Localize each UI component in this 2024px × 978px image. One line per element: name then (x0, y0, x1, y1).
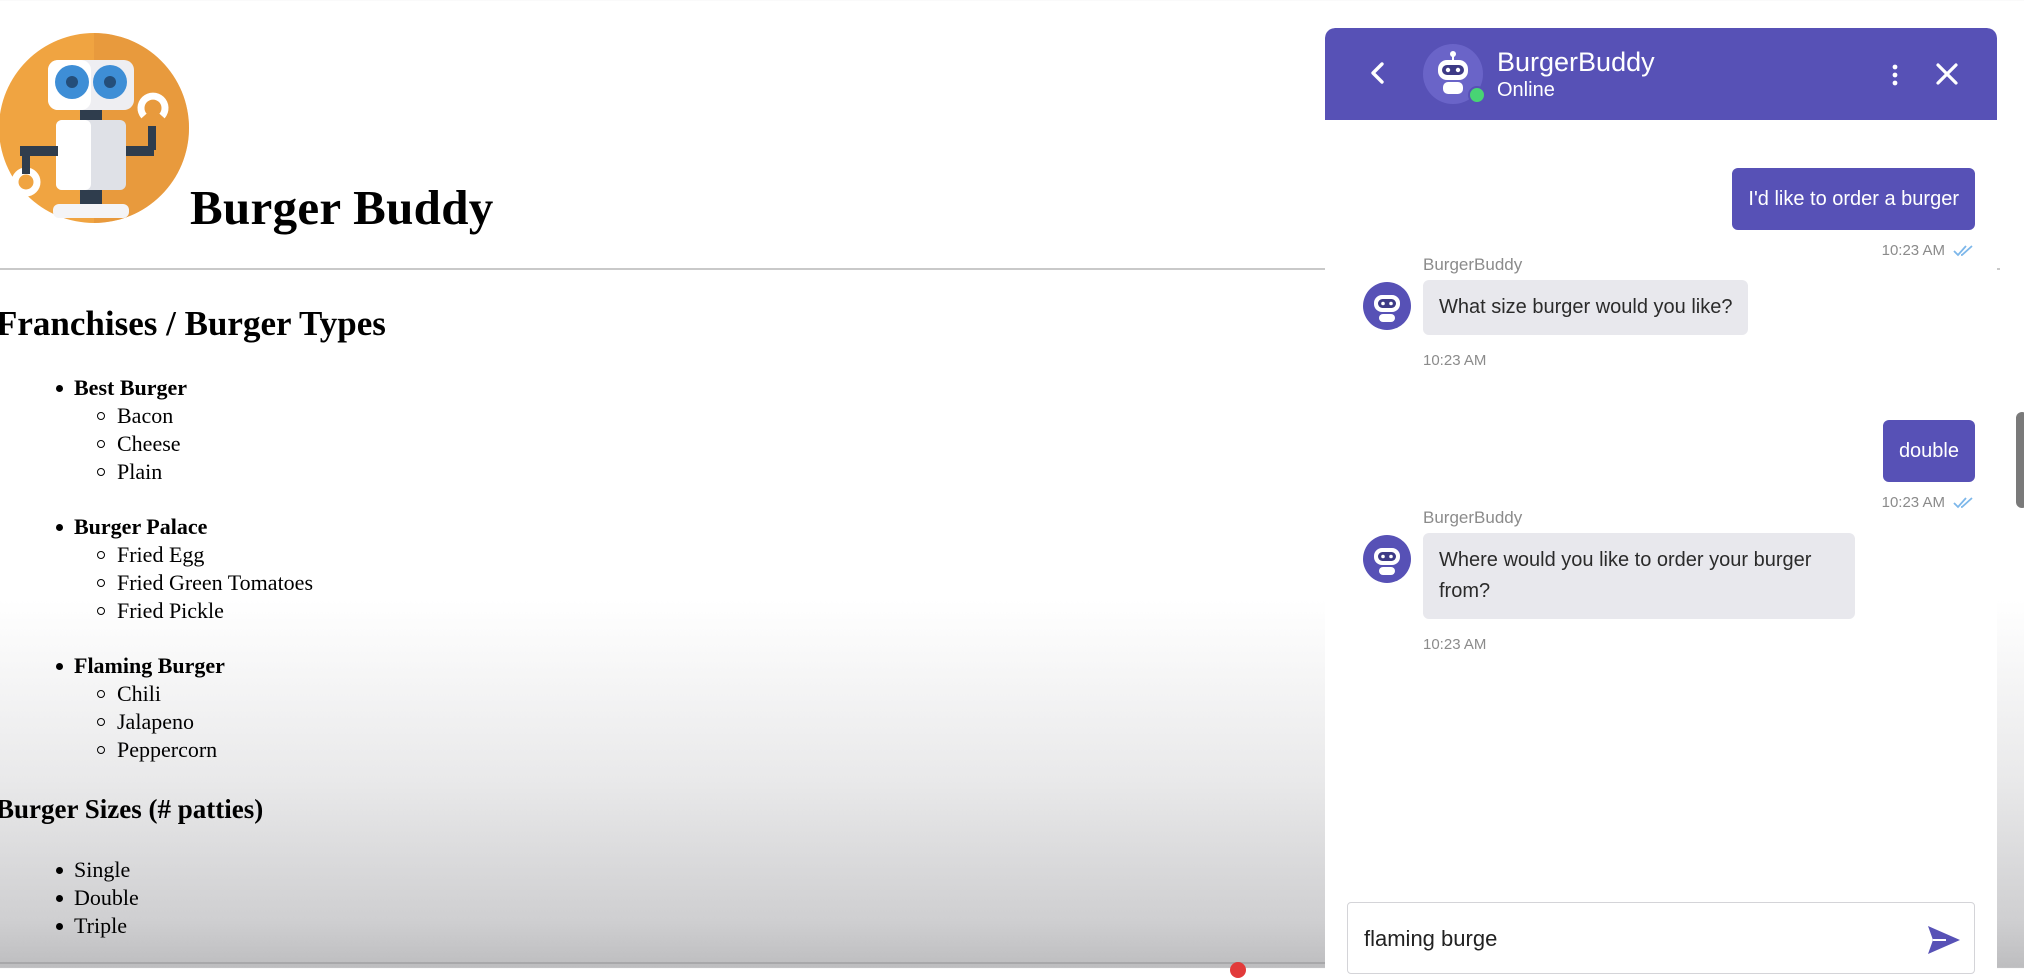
side-scroll-handle[interactable] (2016, 412, 2024, 508)
bot-message: What size burger would you like? (1423, 280, 1749, 335)
burger-type: Jalapeno (117, 709, 194, 734)
message-time: 10:23 AM (1882, 242, 1975, 259)
page-title: Burger Buddy (190, 180, 494, 235)
circle-bullet-icon (97, 440, 105, 448)
bot-sender-label: BurgerBuddy (1423, 508, 1523, 527)
send-icon[interactable] (1926, 923, 1962, 957)
close-icon[interactable] (1933, 60, 1961, 88)
bullet-icon (56, 894, 63, 902)
read-receipt-icon (1953, 496, 1973, 508)
kebab-menu-icon[interactable] (1885, 58, 1905, 92)
size-label: Triple (74, 913, 127, 938)
sizes-list: Single Double Triple (56, 856, 139, 940)
bullet-icon (56, 922, 63, 930)
bullet-icon (56, 866, 63, 874)
message-time: 10:23 AM (1423, 352, 1487, 369)
franchise-name: Best Burger (56, 374, 187, 402)
circle-bullet-icon (97, 551, 105, 559)
circle-bullet-icon (97, 607, 105, 615)
size-label: Double (74, 885, 139, 910)
bullet-icon (56, 523, 63, 531)
list-item: Fried Egg (56, 541, 313, 569)
bottom-divider (0, 962, 1325, 964)
franchise-name: Burger Palace (56, 513, 313, 541)
chat-input-box (1347, 902, 1975, 974)
list-item: Chili (56, 680, 225, 708)
circle-bullet-icon (97, 579, 105, 587)
message-list: I'd like to order a burger 10:23 AM Burg… (1325, 120, 1997, 900)
franchise-burger-palace: Burger Palace Fried Egg Fried Green Toma… (56, 513, 313, 625)
list-item: Peppercorn (56, 736, 225, 764)
burger-type: Fried Pickle (117, 598, 224, 623)
circle-bullet-icon (97, 690, 105, 698)
franchise-flaming-burger: Flaming Burger Chili Jalapeno Peppercorn (56, 652, 225, 764)
burger-type: Fried Green Tomatoes (117, 570, 314, 595)
bot-sender-label: BurgerBuddy (1423, 255, 1523, 274)
circle-bullet-icon (97, 468, 105, 476)
notification-dot (1230, 962, 1246, 978)
user-message: I'd like to order a burger (1732, 168, 1975, 230)
franchise-best-burger: Best Burger Bacon Cheese Plain (56, 374, 187, 486)
read-receipt-icon (1953, 244, 1973, 256)
list-item: Triple (56, 912, 139, 940)
franchise-name-label: Burger Palace (74, 514, 208, 539)
burger-type: Peppercorn (117, 737, 218, 762)
chat-widget: BurgerBuddy Online I'd like to order a b… (1325, 28, 1997, 978)
list-item: Bacon (56, 402, 187, 430)
user-message: double (1882, 420, 1975, 482)
message-time: 10:23 AM (1882, 494, 1975, 511)
bot-status: Online (1497, 79, 1555, 101)
burger-type: Cheese (117, 431, 181, 456)
circle-bullet-icon (97, 718, 105, 726)
list-item: Double (56, 884, 139, 912)
bot-name: BurgerBuddy (1497, 47, 1655, 77)
chat-header: BurgerBuddy Online (1325, 28, 1997, 120)
time-label: 10:23 AM (1881, 494, 1945, 511)
burger-type: Plain (117, 459, 163, 484)
list-item: Plain (56, 458, 187, 486)
burger-type: Bacon (117, 403, 174, 428)
list-item: Single (56, 856, 139, 884)
bot-message: Where would you like to order your burge… (1423, 533, 1855, 619)
chevron-left-icon[interactable] (1363, 58, 1393, 88)
time-label: 10:23 AM (1881, 242, 1945, 259)
franchise-name: Flaming Burger (56, 652, 225, 680)
franchise-name-label: Best Burger (74, 375, 188, 400)
bullet-icon (56, 384, 63, 392)
franchise-name-label: Flaming Burger (74, 653, 225, 678)
circle-bullet-icon (97, 746, 105, 754)
bot-message-avatar (1363, 535, 1411, 583)
robot-logo (0, 30, 190, 226)
burger-type: Fried Egg (117, 542, 205, 567)
list-item: Jalapeno (56, 708, 225, 736)
list-item: Fried Green Tomatoes (56, 569, 313, 597)
list-item: Fried Pickle (56, 597, 313, 625)
burger-type: Chili (117, 681, 162, 706)
circle-bullet-icon (97, 412, 105, 420)
message-time: 10:23 AM (1423, 636, 1487, 653)
size-label: Single (74, 857, 131, 882)
bullet-icon (56, 662, 63, 670)
sizes-heading: Burger Sizes (# patties) (0, 794, 264, 824)
bot-message-avatar (1363, 282, 1411, 330)
franchises-heading: Franchises / Burger Types (0, 304, 386, 343)
list-item: Cheese (56, 430, 187, 458)
online-status-dot (1468, 86, 1486, 104)
chat-input[interactable] (1362, 919, 1906, 959)
